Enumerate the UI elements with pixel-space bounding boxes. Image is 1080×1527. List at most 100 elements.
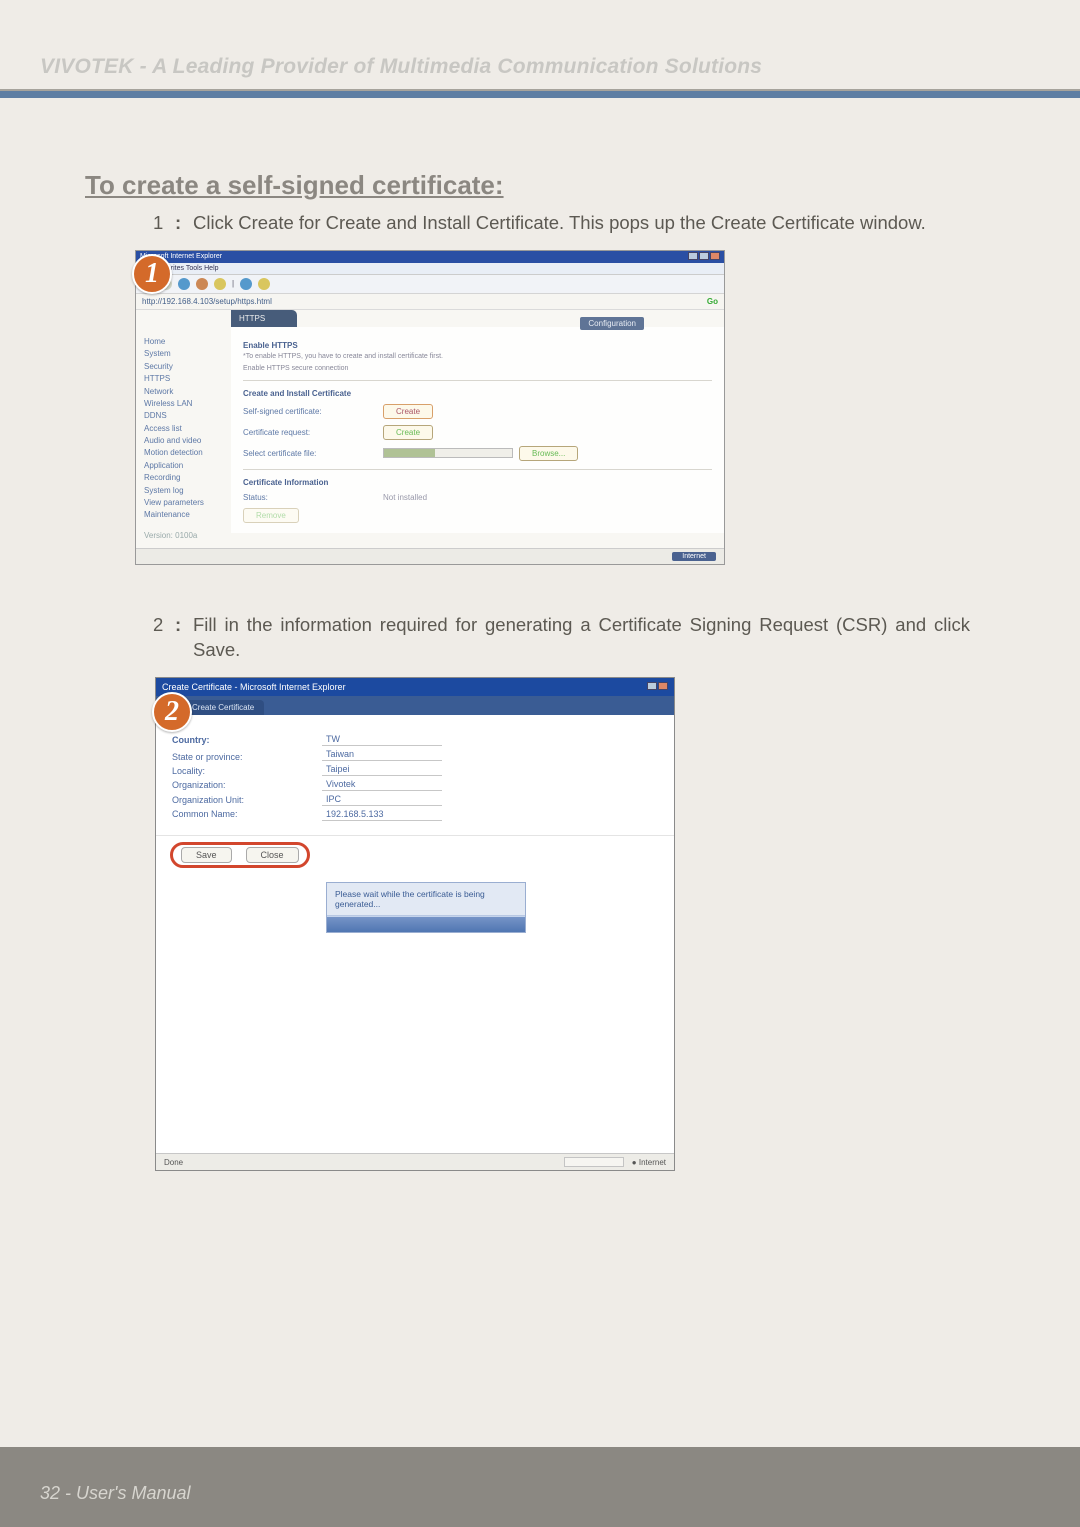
go-button[interactable]: Go: [707, 297, 718, 306]
nav-viewparams[interactable]: View parameters: [144, 497, 225, 509]
status-zone-text: Internet: [639, 1158, 666, 1167]
nav-recording[interactable]: Recording: [144, 472, 225, 484]
row-certreq-label: Certificate request:: [243, 428, 383, 437]
config-sidebar: Home System Security HTTPS Network Wirel…: [136, 310, 231, 548]
nav-av[interactable]: Audio and video: [144, 435, 225, 447]
row-status-label: Status:: [243, 493, 383, 502]
lbl-state: State or province:: [172, 750, 292, 764]
input-country[interactable]: TW: [322, 733, 442, 746]
step-2-number: 2: [153, 613, 175, 663]
status-done: Done: [164, 1158, 183, 1167]
doc-header: VIVOTEK - A Leading Provider of Multimed…: [0, 0, 1080, 110]
step-1-colon: :: [175, 211, 193, 236]
nav-accesslist[interactable]: Access list: [144, 423, 225, 435]
popup-empty-area: [156, 933, 674, 1153]
url-value: http://192.168.4.103/setup/https.html: [142, 297, 272, 306]
nav-security[interactable]: Security: [144, 361, 225, 373]
step-1-number: 1: [153, 211, 175, 236]
step-2-colon: :: [175, 613, 193, 663]
config-main: HTTPS Enable HTTPS *To enable HTTPS, you…: [231, 310, 724, 548]
lbl-locality: Locality:: [172, 764, 292, 778]
lbl-orgunit: Organization Unit:: [172, 793, 292, 807]
tab-https[interactable]: HTTPS: [231, 310, 297, 327]
create-selfsigned-button[interactable]: Create: [383, 404, 433, 419]
tab-create-cert[interactable]: Create Certificate: [182, 700, 264, 715]
home-icon[interactable]: [214, 278, 226, 290]
panel1-hint2: Enable HTTPS secure connection: [243, 365, 712, 372]
panel3-title: Certificate Information: [243, 478, 712, 487]
input-orgunit[interactable]: IPC: [322, 793, 442, 806]
nav-network[interactable]: Network: [144, 386, 225, 398]
status-segment: [564, 1157, 624, 1167]
popup-buttonbar: Save Close: [156, 836, 674, 874]
nav-system[interactable]: System: [144, 348, 225, 360]
step-1: 1 : Click Create for Create and Install …: [153, 211, 970, 236]
ie-addressbar[interactable]: http://192.168.4.103/setup/https.html Go: [136, 294, 724, 310]
status-zone: ● Internet: [632, 1158, 666, 1167]
file-path-input[interactable]: [383, 448, 513, 458]
popup-title: Create Certificate - Microsoft Internet …: [162, 682, 346, 692]
row-selfsigned-label: Self-signed certificate:: [243, 407, 383, 416]
toolbar-sep: |: [232, 279, 234, 288]
lbl-country: Country:: [172, 733, 292, 747]
configuration-badge[interactable]: Configuration: [580, 317, 644, 330]
nav-application[interactable]: Application: [144, 460, 225, 472]
popup-tabrow: Create Certificate: [156, 696, 674, 715]
popup-titlebar: Create Certificate - Microsoft Internet …: [156, 678, 674, 696]
status-internet: Internet: [672, 552, 716, 561]
search-icon[interactable]: [240, 278, 252, 290]
window-buttons[interactable]: [687, 252, 720, 262]
panel1-title: Enable HTTPS: [243, 341, 712, 350]
close-button[interactable]: Close: [246, 847, 299, 863]
input-state[interactable]: Taiwan: [322, 748, 442, 761]
progress-dialog: Please wait while the certificate is bei…: [326, 882, 526, 933]
ie-statusbar: Internet: [136, 548, 724, 564]
popup-statusbar: Done ● Internet: [156, 1153, 674, 1170]
divider-blue: [0, 91, 1080, 98]
nav-https[interactable]: HTTPS: [144, 373, 225, 385]
input-org[interactable]: Vivotek: [322, 778, 442, 791]
nav-maintenance[interactable]: Maintenance: [144, 509, 225, 521]
page-footer: 32 - User's Manual: [0, 1447, 1080, 1527]
brand-tagline: VIVOTEK - A Leading Provider of Multimed…: [0, 55, 1080, 79]
fav-icon[interactable]: [258, 278, 270, 290]
badge-2: 2: [152, 692, 192, 732]
nav-ddns[interactable]: DDNS: [144, 410, 225, 422]
row-status-value: Not installed: [383, 493, 427, 502]
ie-titlebar: Microsoft Internet Explorer: [136, 251, 724, 263]
create-certreq-button[interactable]: Create: [383, 425, 433, 440]
input-cn[interactable]: 192.168.5.133: [322, 808, 442, 821]
progress-bar: [327, 916, 525, 932]
nav-syslog[interactable]: System log: [144, 485, 225, 497]
step-1-text: Click Create for Create and Install Cert…: [193, 211, 970, 236]
refresh-icon[interactable]: [196, 278, 208, 290]
badge-1: 1: [132, 254, 172, 294]
screenshot-2: 2 Create Certificate - Microsoft Interne…: [155, 677, 675, 1171]
lbl-org: Organization:: [172, 778, 292, 792]
stop-icon[interactable]: [178, 278, 190, 290]
panel2-title: Create and Install Certificate: [243, 389, 712, 398]
cert-form: Country: State or province: Locality: Or…: [156, 715, 674, 836]
section-title: To create a self-signed certificate:: [85, 170, 970, 201]
lbl-cn: Common Name:: [172, 807, 292, 821]
step-2-text: Fill in the information required for gen…: [193, 613, 970, 663]
nav-wireless[interactable]: Wireless LAN: [144, 398, 225, 410]
nav-motion[interactable]: Motion detection: [144, 447, 225, 459]
progress-message: Please wait while the certificate is bei…: [327, 883, 525, 916]
page-body: To create a self-signed certificate: 1 :…: [0, 110, 1080, 1171]
row-selectfile-label: Select certificate file:: [243, 449, 383, 458]
panel1-hint1: *To enable HTTPS, you have to create and…: [243, 353, 712, 360]
footer-text: 32 - User's Manual: [0, 1447, 1080, 1504]
save-highlight: Save Close: [170, 842, 310, 868]
ie-toolbar[interactable]: |: [136, 275, 724, 294]
browse-button[interactable]: Browse...: [519, 446, 578, 461]
nav-home[interactable]: Home: [144, 336, 225, 348]
ie-menubar[interactable]: File Favorites Tools Help: [136, 263, 724, 275]
popup-window-buttons[interactable]: [646, 682, 668, 692]
remove-button[interactable]: Remove: [243, 508, 299, 523]
step-2: 2 : Fill in the information required for…: [153, 613, 970, 663]
input-locality[interactable]: Taipei: [322, 763, 442, 776]
nav-version: Version: 0100a: [144, 530, 225, 542]
screenshot-1: 1 Microsoft Internet Explorer File Favor…: [135, 250, 725, 565]
save-button[interactable]: Save: [181, 847, 232, 863]
